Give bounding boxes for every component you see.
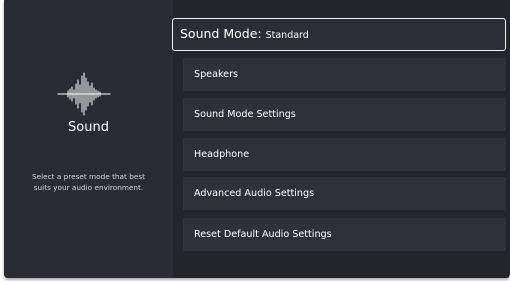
panel-title: Sound — [68, 120, 109, 135]
panel-description: Select a preset mode that best suits you… — [10, 171, 167, 193]
menu-item-reset-default-audio-settings[interactable]: Reset Default Audio Settings — [183, 218, 506, 251]
sound-mode-label: Sound Mode: — [180, 26, 262, 41]
sound-mode-selector[interactable]: Sound Mode: Standard — [172, 18, 506, 51]
menu-item-speakers[interactable]: Speakers — [183, 58, 506, 91]
info-panel: Sound Select a preset mode that best sui… — [4, 0, 173, 278]
panel-description-line-2: suits your audio environment. — [33, 183, 144, 192]
panel-description-line-1: Select a preset mode that best — [32, 172, 145, 181]
menu-item-sound-mode-settings[interactable]: Sound Mode Settings — [183, 98, 506, 131]
menu-item-headphone[interactable]: Headphone — [183, 138, 506, 171]
menu-item-advanced-audio-settings[interactable]: Advanced Audio Settings — [183, 177, 506, 210]
sound-mode-value: Standard — [265, 30, 309, 41]
sound-waveform-icon — [57, 72, 111, 116]
